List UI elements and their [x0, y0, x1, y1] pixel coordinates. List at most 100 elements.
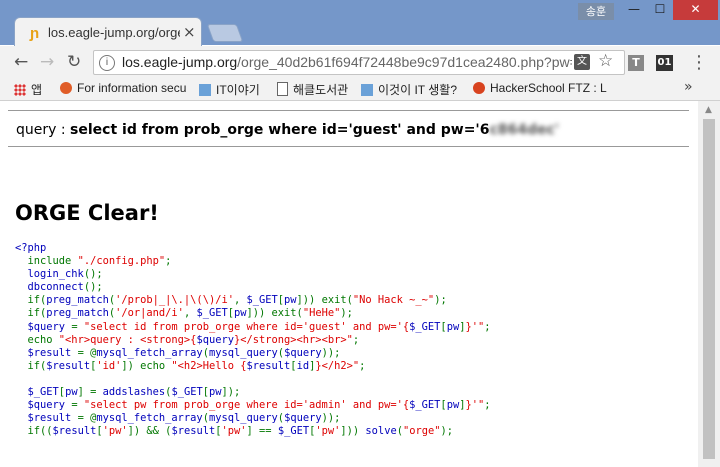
code-token: 'pw' — [315, 425, 341, 438]
code-token: addslashes — [102, 386, 166, 399]
code-token: ); — [434, 294, 447, 307]
clear-heading: ORGE Clear! — [15, 201, 159, 225]
new-tab-button[interactable] — [206, 24, 244, 42]
code-token: ; — [484, 320, 491, 333]
code-token: $_GET — [409, 399, 441, 412]
code-token: $result — [46, 359, 91, 372]
code-line: $_GET[pw] = addslashes($_GET[pw]); — [15, 386, 491, 399]
close-window-button[interactable]: ✕ — [673, 0, 718, 20]
code-token: if(( — [15, 425, 53, 438]
page-icon — [277, 82, 288, 96]
code-token: if( — [15, 307, 47, 320]
code-token: ]); — [221, 386, 241, 399]
extension-t-icon[interactable]: T — [628, 55, 644, 71]
reload-button[interactable]: ↻ — [67, 52, 81, 72]
code-token: $query — [196, 333, 234, 346]
browser-menu-icon[interactable]: ⋮ — [690, 52, 708, 73]
code-line: if($result['id']) echo "<h2>Hello {$resu… — [15, 360, 491, 373]
code-token: $_GET — [246, 294, 278, 307]
scroll-up-icon[interactable]: ▲ — [705, 105, 712, 115]
code-token: $query — [284, 346, 322, 359]
bookmarks-bar: 앱 For information secu IT이야기 해클도서관 이것이 I… — [0, 77, 720, 101]
code-token: solve — [365, 425, 397, 438]
bookmark-it-story[interactable]: IT이야기 — [199, 81, 260, 98]
code-token: <?php — [15, 242, 47, 254]
bookmark-star-icon[interactable]: ☆ — [598, 51, 613, 71]
code-token: ; — [359, 359, 366, 372]
code-token: dbconnect — [27, 281, 84, 294]
code-token: include — [15, 255, 78, 268]
vertical-scrollbar[interactable]: ▲ — [698, 101, 720, 467]
code-line: if(preg_match('/prob|_|\.|\(\)/i', $_GET… — [15, 294, 491, 307]
code-line: $query = "select pw from prob_orge where… — [15, 399, 491, 412]
site-blog-icon — [199, 84, 211, 96]
code-token: pw — [446, 320, 460, 333]
code-token: )); — [321, 346, 341, 359]
code-token: if( — [15, 359, 47, 372]
code-token: $result — [27, 346, 72, 359]
maximize-button[interactable]: ☐ — [647, 0, 673, 20]
site-orange-icon — [60, 82, 72, 94]
code-token: mysql_fetch_array — [96, 412, 203, 425]
apps-grid-icon — [14, 84, 26, 96]
bookmark-hacker-library[interactable]: 해클도서관 — [277, 81, 348, 98]
code-line: if(($result['pw']) && ($result['pw'] == … — [15, 425, 491, 438]
url-text[interactable]: los.eagle-jump.org/orge_40d2b61f694f7244… — [122, 54, 572, 70]
code-token: $result — [27, 412, 72, 425]
code-token: pw — [208, 386, 222, 399]
code-token: $result — [52, 425, 97, 438]
bookmark-apps[interactable]: 앱 — [14, 81, 42, 98]
scroll-thumb[interactable] — [703, 119, 715, 459]
code-line: $result = @mysql_fetch_array(mysql_query… — [15, 347, 491, 360]
code-token: 'pw' — [102, 425, 128, 438]
top-divider — [8, 110, 689, 111]
bookmark-it-life[interactable]: 이것이 IT 생활? — [361, 81, 457, 98]
code-token: 'pw' — [221, 425, 247, 438]
code-token: = — [65, 399, 84, 412]
bookmarks-more-icon[interactable]: » — [684, 79, 693, 95]
code-token: }'" — [465, 399, 485, 412]
profile-name-badge[interactable]: 송훈 — [578, 3, 614, 20]
minimize-button[interactable]: — — [621, 0, 647, 20]
code-token: "HeHe" — [302, 307, 341, 320]
code-token: ])) exit( — [246, 307, 303, 320]
code-line: include "./config.php"; — [15, 255, 491, 268]
site-info-icon[interactable]: i — [99, 55, 115, 71]
extension-01-icon[interactable]: 01 — [656, 55, 673, 71]
redacted-password: c864dec' — [489, 122, 560, 138]
browser-tab[interactable]: ɲ los.eagle-jump.org/orge × — [14, 17, 202, 47]
code-line: login_chk(); — [15, 268, 491, 281]
code-token: mysql_fetch_array — [96, 346, 203, 359]
code-line: dbconnect(); — [15, 281, 491, 294]
code-token: pw — [284, 294, 297, 307]
code-token: if( — [15, 294, 47, 307]
tab-close-icon[interactable]: × — [183, 23, 196, 41]
code-token: $_GET — [171, 386, 203, 399]
code-token: ; — [352, 333, 360, 346]
code-token: = — [65, 320, 84, 333]
address-bar[interactable]: i los.eagle-jump.org/orge_40d2b61f694f72… — [93, 50, 625, 75]
url-path: /orge_40d2b61f694f72448be9c97d1cea2480.p… — [237, 54, 572, 70]
code-token: = @ — [71, 412, 97, 425]
translate-icon[interactable]: 文 — [574, 54, 590, 70]
site-blog-icon — [361, 84, 373, 96]
code-token: ] == — [246, 425, 278, 438]
code-token: '/prob|_|\.|\(\)/i' — [115, 294, 234, 307]
code-token: echo — [15, 333, 59, 346]
code-token: preg_match — [46, 307, 109, 320]
query-output: query : select id from prob_orge where i… — [16, 122, 560, 138]
code-token: "<h2>Hello { — [171, 359, 247, 372]
code-line: $result = @mysql_fetch_array(mysql_query… — [15, 412, 491, 425]
code-token: login_chk — [27, 268, 84, 281]
bookmark-hackerschool-ftz[interactable]: HackerSchool FTZ : L — [473, 81, 607, 95]
back-button[interactable]: ← — [14, 52, 28, 72]
code-token: ])) — [340, 425, 366, 438]
code-token: }</h2>" — [315, 359, 360, 372]
code-token: "select id from prob_orge where id='gues… — [83, 320, 410, 333]
forward-button[interactable]: → — [40, 52, 54, 72]
code-token: "<hr>query : <strong>{ — [58, 333, 197, 346]
bookmark-info-security[interactable]: For information secu — [60, 81, 186, 95]
